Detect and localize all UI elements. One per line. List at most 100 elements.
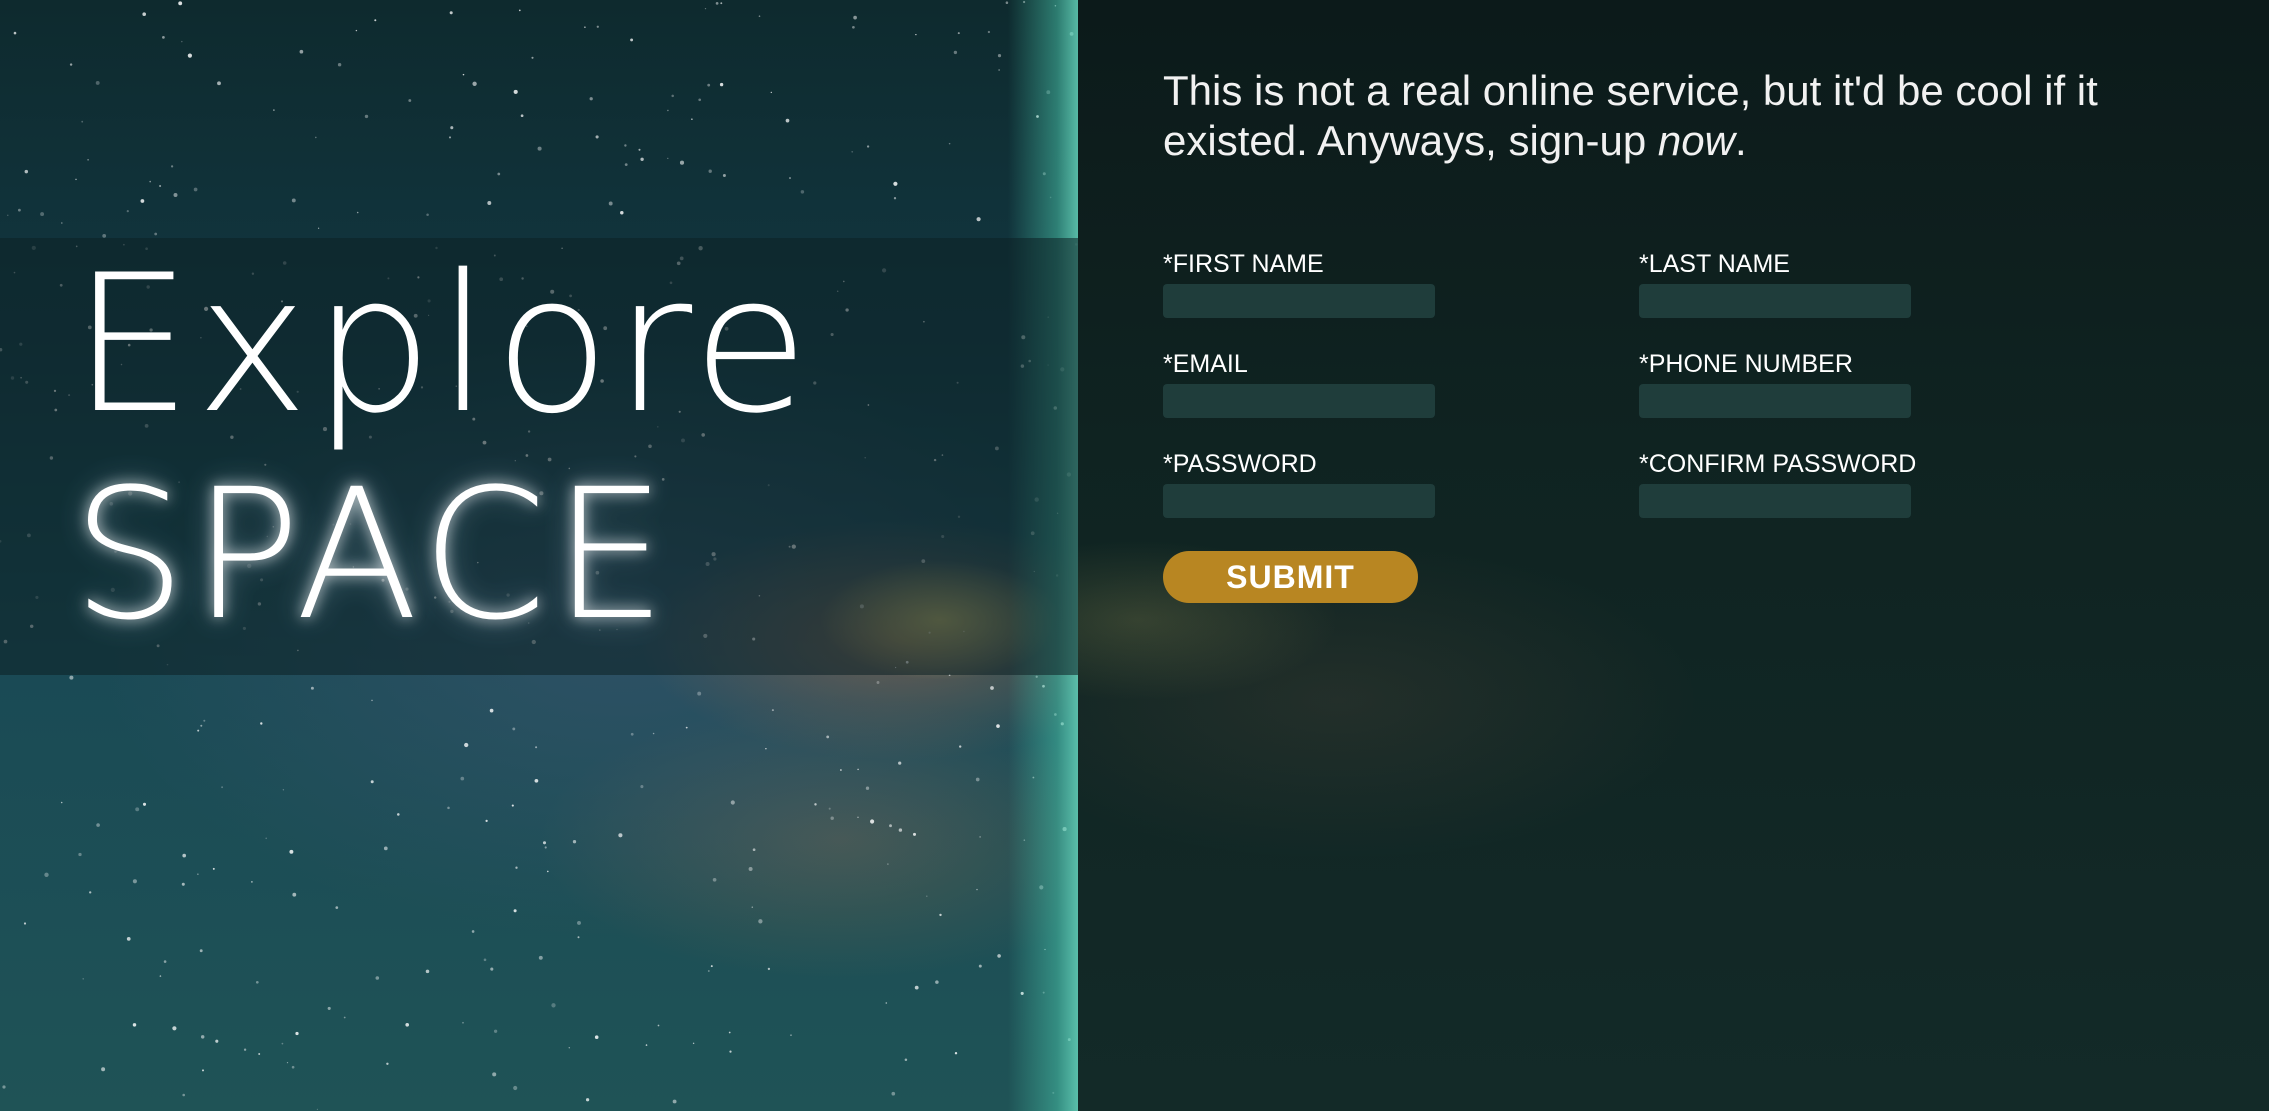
star xyxy=(364,114,369,119)
star xyxy=(730,800,735,805)
submit-button[interactable]: SUBMIT xyxy=(1163,551,1418,603)
star xyxy=(915,33,917,36)
star xyxy=(101,1067,106,1072)
star xyxy=(343,1016,346,1019)
star xyxy=(672,1099,677,1104)
star xyxy=(159,975,162,977)
star xyxy=(87,158,89,161)
star xyxy=(315,136,317,139)
signup-panel: This is not a real online service, but i… xyxy=(1078,0,2269,1111)
star xyxy=(515,866,518,869)
star xyxy=(472,81,477,86)
star xyxy=(337,62,342,67)
star xyxy=(939,913,942,917)
star xyxy=(281,1042,284,1045)
star xyxy=(537,146,542,151)
star xyxy=(375,976,380,980)
phone-number-input[interactable] xyxy=(1639,384,1911,418)
last-name-input[interactable] xyxy=(1639,284,1911,318)
star xyxy=(771,709,774,712)
star xyxy=(142,12,146,16)
star xyxy=(948,142,951,145)
star xyxy=(998,69,1000,71)
star xyxy=(954,1051,958,1055)
star xyxy=(78,852,82,857)
star xyxy=(752,848,756,852)
star xyxy=(489,708,494,713)
star xyxy=(893,197,897,200)
star xyxy=(720,2,723,5)
star xyxy=(679,160,685,165)
confirm-password-input[interactable] xyxy=(1639,484,1911,518)
star xyxy=(2,1085,6,1089)
star xyxy=(885,1002,888,1004)
star xyxy=(355,29,358,32)
star xyxy=(708,169,712,173)
star xyxy=(538,955,543,960)
star xyxy=(149,180,151,183)
star xyxy=(282,789,285,791)
password-input[interactable] xyxy=(1163,484,1435,518)
phone-number-label: *PHONE NUMBER xyxy=(1639,350,1853,378)
star xyxy=(159,184,162,188)
star xyxy=(371,699,373,702)
star xyxy=(163,960,167,963)
star xyxy=(260,722,263,725)
star xyxy=(618,833,623,838)
star xyxy=(464,742,469,748)
star xyxy=(202,1069,204,1072)
star xyxy=(630,732,634,736)
star xyxy=(487,201,492,205)
star xyxy=(299,49,304,54)
star xyxy=(828,807,831,810)
star xyxy=(551,1003,556,1008)
intro-text-start: This is not a real online service, but i… xyxy=(1163,67,2098,164)
password-field-group: *PASSWORD xyxy=(1163,450,1583,518)
star xyxy=(568,1047,571,1049)
star xyxy=(44,872,49,877)
star xyxy=(7,214,9,216)
star xyxy=(765,748,767,750)
star xyxy=(75,178,77,181)
star xyxy=(81,120,84,123)
star xyxy=(142,802,147,806)
star xyxy=(707,83,711,87)
first-name-input[interactable] xyxy=(1163,284,1435,318)
star xyxy=(577,920,581,925)
star xyxy=(652,732,655,735)
star xyxy=(544,846,547,849)
star xyxy=(624,163,628,166)
star xyxy=(645,1044,648,1046)
star xyxy=(976,217,981,222)
star xyxy=(547,870,549,873)
star xyxy=(758,15,761,18)
star xyxy=(513,89,518,94)
star xyxy=(199,949,203,953)
star xyxy=(140,199,145,203)
star xyxy=(462,73,465,76)
hero-title-explore: Explore xyxy=(72,234,813,455)
star xyxy=(707,970,710,972)
star xyxy=(374,19,377,22)
star xyxy=(181,40,183,43)
star xyxy=(953,50,958,55)
star xyxy=(383,846,388,851)
star xyxy=(542,841,547,845)
star xyxy=(405,1022,410,1027)
star xyxy=(95,80,100,85)
star xyxy=(534,778,539,783)
star xyxy=(255,980,259,984)
star xyxy=(356,211,359,214)
star xyxy=(853,15,857,20)
star xyxy=(462,1021,464,1024)
star xyxy=(492,1072,497,1077)
star xyxy=(584,26,586,29)
star xyxy=(978,964,982,968)
star xyxy=(24,169,29,174)
star xyxy=(865,786,870,790)
star xyxy=(172,1026,177,1031)
email-input[interactable] xyxy=(1163,384,1435,418)
star xyxy=(692,1042,695,1045)
star xyxy=(667,109,669,112)
star xyxy=(758,919,763,924)
